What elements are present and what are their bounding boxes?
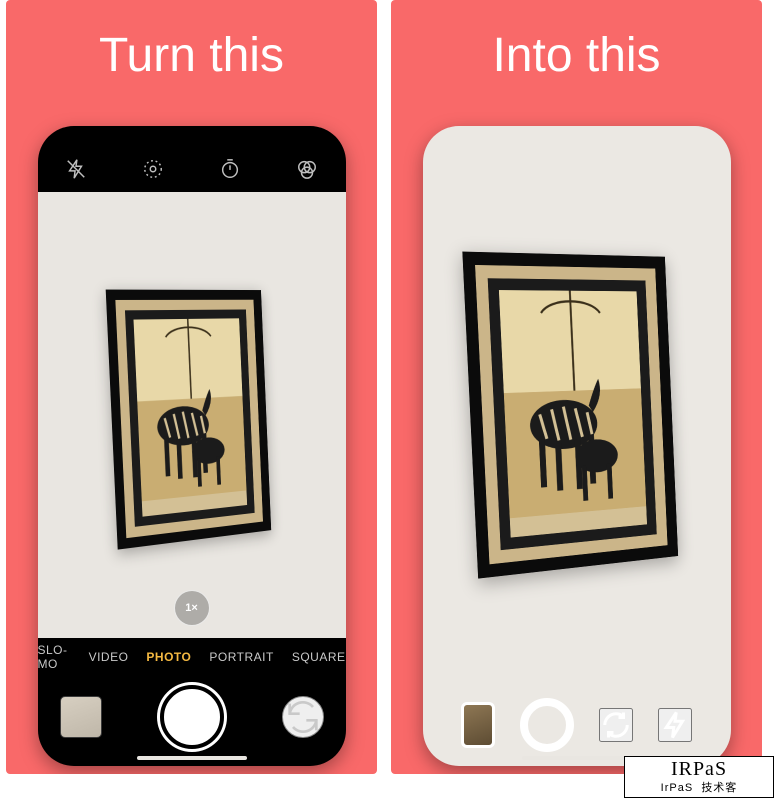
right-shutter-button[interactable] — [520, 698, 574, 752]
mode-portrait[interactable]: PORTRAIT — [209, 650, 273, 664]
panel-left-label: Turn this — [6, 28, 377, 83]
right-camera-bottom-bar — [423, 698, 731, 752]
flash-icon[interactable] — [658, 708, 692, 742]
notch — [134, 126, 250, 147]
viewfinder-right — [423, 126, 731, 766]
mode-video[interactable]: VIDEO — [89, 650, 129, 664]
panel-right-label: Into this — [391, 28, 762, 83]
mode-slomo[interactable]: SLO-MO — [38, 643, 71, 671]
watermark: IRPaS IrPaS 技术客 — [624, 756, 774, 798]
framed-picture — [462, 252, 678, 579]
panel-right: Into this — [391, 0, 762, 774]
viewfinder-left: 1× — [38, 192, 346, 638]
camera-mode-selector[interactable]: SLO-MO VIDEO PHOTO PORTRAIT SQUARE — [38, 638, 346, 676]
phone-mock-left: 1× SLO-MO VIDEO PHOTO PORTRAIT SQUARE — [38, 126, 346, 766]
filters-icon[interactable] — [291, 153, 323, 185]
flash-off-icon[interactable] — [60, 153, 92, 185]
phone-mock-right — [423, 126, 731, 766]
mode-square[interactable]: SQUARE — [292, 650, 346, 664]
promo-frame: Turn this — [0, 0, 768, 774]
panel-left: Turn this — [6, 0, 377, 774]
live-photo-icon[interactable] — [137, 153, 169, 185]
shutter-button[interactable] — [160, 685, 224, 749]
rotate-icon[interactable] — [599, 708, 633, 742]
home-indicator[interactable] — [137, 756, 247, 760]
watermark-line2: IrPaS 技术客 — [661, 779, 738, 795]
flip-camera-button[interactable] — [282, 696, 324, 738]
camera-bottom-bar — [38, 676, 346, 766]
last-photo-thumbnail[interactable] — [60, 696, 102, 738]
right-thumbnail[interactable] — [461, 702, 495, 748]
watermark-line1: IRPaS — [671, 759, 727, 779]
framed-picture — [105, 290, 271, 550]
home-indicator[interactable] — [522, 756, 632, 760]
timer-icon[interactable] — [214, 153, 246, 185]
mode-photo[interactable]: PHOTO — [146, 650, 191, 664]
zoom-chip[interactable]: 1× — [174, 590, 210, 626]
